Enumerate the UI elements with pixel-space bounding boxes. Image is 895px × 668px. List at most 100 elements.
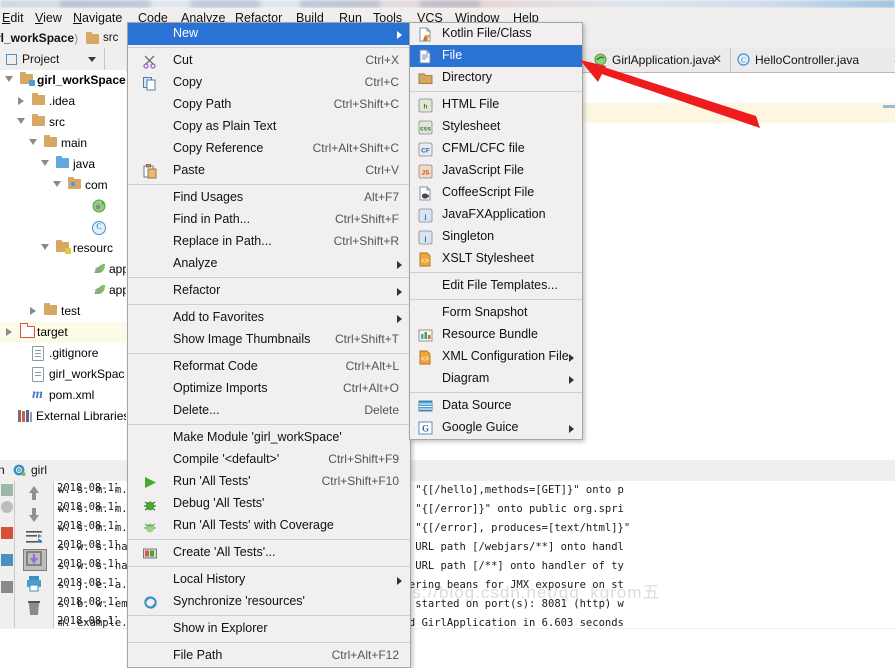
tree-node-gitignore[interactable]: .gitignore — [0, 343, 126, 364]
project-tree[interactable]: girl_workSpace(.idea src main java com Cresou… — [0, 70, 126, 460]
breadcrumb-project[interactable]: rl_workSpace — [0, 30, 74, 46]
tree-twisty-collapsed-icon[interactable] — [6, 328, 12, 336]
tree-node-girl-workspace[interactable]: girl_workSpace( — [0, 70, 126, 91]
submenu-item-diagram[interactable]: Diagram — [410, 368, 582, 390]
new-submenu[interactable]: Kotlin File/Class File Directory h HTML File… — [409, 22, 583, 440]
tree-node-com[interactable]: com — [0, 175, 126, 196]
submenu-item-data-source[interactable]: Data Source — [410, 395, 582, 417]
context-menu-item-optimize-imports[interactable]: Optimize Imports Ctrl+Alt+O — [128, 378, 410, 400]
scroll-down-button[interactable] — [23, 505, 45, 525]
tree-twisty-expanded-icon[interactable] — [29, 139, 37, 145]
context-menu-item-run-all-tests-with-coverage[interactable]: Run 'All Tests' with Coverage — [128, 515, 410, 537]
tree-twisty-expanded-icon[interactable] — [17, 118, 25, 124]
context-menu-item-local-history[interactable]: Local History — [128, 569, 410, 591]
tree-node-app[interactable]: app — [0, 280, 126, 301]
context-menu-item-new[interactable]: New — [128, 23, 410, 45]
tree-node-idea[interactable]: .idea — [0, 91, 126, 112]
context-menu-item-copy-path[interactable]: Copy Path Ctrl+Shift+C — [128, 94, 410, 116]
editor-tab-hellocontroller[interactable]: C HelloController.java ✕ — [731, 48, 895, 72]
editor-tab-girlapplication[interactable]: GirlApplication.java ✕ — [588, 48, 731, 72]
context-menu-item-refactor[interactable]: Refactor — [128, 280, 410, 302]
clear-all-button[interactable] — [23, 597, 45, 617]
gutter-marker[interactable] — [883, 105, 895, 108]
context-menu-item-copy[interactable]: Copy Ctrl+C — [128, 72, 410, 94]
context-menu-item-copy-reference[interactable]: Copy Reference Ctrl+Alt+Shift+C — [128, 138, 410, 160]
tree-twisty-collapsed-icon[interactable] — [30, 307, 36, 315]
context-menu-item-delete[interactable]: Delete... Delete — [128, 400, 410, 422]
tree-twisty-collapsed-icon[interactable] — [18, 97, 24, 105]
menu-edit[interactable]: EEditdit — [0, 10, 29, 26]
submenu-item-html-file[interactable]: h HTML File — [410, 94, 582, 116]
context-menu-item-show-image-thumbnails[interactable]: Show Image Thumbnails Ctrl+Shift+T — [128, 329, 410, 351]
context-menu-item-run-all-tests[interactable]: Run 'All Tests' Ctrl+Shift+F10 — [128, 471, 410, 493]
project-panel-header[interactable]: Project — [0, 48, 127, 71]
submenu-item-kotlin-file-class[interactable]: Kotlin File/Class — [410, 23, 582, 45]
context-menu-item-synchronize-resources[interactable]: Synchronize 'resources' — [128, 591, 410, 613]
tree-twisty-expanded-icon[interactable] — [5, 76, 13, 82]
tree-node-src[interactable]: src — [0, 112, 126, 133]
context-menu-item-show-in-explorer[interactable]: Show in Explorer — [128, 618, 410, 640]
scroll-up-button[interactable] — [23, 483, 45, 503]
context-menu-item-find-in-path[interactable]: Find in Path... Ctrl+Shift+F — [128, 209, 410, 231]
strip-icon-2[interactable] — [1, 501, 13, 513]
menu-view[interactable]: View — [30, 10, 67, 26]
context-menu-item-create-all-tests[interactable]: Create 'All Tests'... — [128, 542, 410, 564]
tree-node-item[interactable] — [0, 196, 126, 217]
breadcrumb-folder[interactable]: src — [103, 31, 118, 46]
tree-node-test[interactable]: test — [0, 301, 126, 322]
tool-window-left-strip[interactable] — [0, 481, 15, 628]
submenu-item-xslt-stylesheet[interactable]: <> XSLT Stylesheet — [410, 248, 582, 270]
close-icon[interactable]: ✕ — [712, 52, 722, 66]
submenu-item-file[interactable]: File — [410, 45, 582, 67]
strip-icon-1[interactable] — [1, 484, 13, 496]
run-configuration-name[interactable]: girl — [31, 463, 47, 477]
submenu-item-resource-bundle[interactable]: Resource Bundle — [410, 324, 582, 346]
context-menu-item-debug-all-tests[interactable]: Debug 'All Tests' — [128, 493, 410, 515]
context-menu-item-replace-in-path[interactable]: Replace in Path... Ctrl+Shift+R — [128, 231, 410, 253]
context-menu-item-add-to-favorites[interactable]: Add to Favorites — [128, 307, 410, 329]
submenu-item-form-snapshot[interactable]: Form Snapshot — [410, 302, 582, 324]
chevron-down-icon[interactable] — [88, 57, 96, 62]
tree-node-main[interactable]: main — [0, 133, 126, 154]
tree-node-pom-xml[interactable]: m pom.xml — [0, 385, 126, 406]
print-button[interactable] — [23, 573, 45, 593]
context-menu-item-file-path[interactable]: File Path Ctrl+Alt+F12 — [128, 645, 410, 667]
soft-wrap-button[interactable] — [23, 527, 45, 547]
context-menu-item-reformat-code[interactable]: Reformat Code Ctrl+Alt+L — [128, 356, 410, 378]
context-menu-item-paste[interactable]: Paste Ctrl+V — [128, 160, 410, 182]
submenu-item-directory[interactable]: Directory — [410, 67, 582, 89]
submenu-item-edit-file-templates[interactable]: Edit File Templates... — [410, 275, 582, 297]
tree-node-item[interactable]: C — [0, 217, 126, 238]
tree-node-app[interactable]: app — [0, 259, 126, 280]
submenu-item-google-guice[interactable]: G Google Guice — [410, 417, 582, 439]
context-menu-item-compile-default[interactable]: Compile '<default>' Ctrl+Shift+F9 — [128, 449, 410, 471]
submenu-item-coffeescript-file[interactable]: CoffeeScript File — [410, 182, 582, 204]
context-menu-item-cut[interactable]: Cut Ctrl+X — [128, 50, 410, 72]
context-menu[interactable]: New Cut Ctrl+X Copy Ctrl+C Copy Path Ctrl+Shif… — [127, 22, 411, 668]
context-menu-item-make-module-girl-workspace[interactable]: Make Module 'girl_workSpace' — [128, 427, 410, 449]
submenu-item-javascript-file[interactable]: JS JavaScript File — [410, 160, 582, 182]
console-toolbar[interactable] — [15, 481, 54, 628]
context-menu-item-copy-as-plain-text[interactable]: Copy as Plain Text — [128, 116, 410, 138]
menu-navigate[interactable]: Navigate — [68, 10, 127, 26]
submenu-item-javafxapplication[interactable]: j JavaFXApplication — [410, 204, 582, 226]
submenu-item-cfml-cfc-file[interactable]: CF CFML/CFC file — [410, 138, 582, 160]
scroll-to-end-button[interactable] — [23, 549, 47, 571]
tree-twisty-expanded-icon[interactable] — [41, 244, 49, 250]
tree-node-girl-workspac[interactable]: girl_workSpac — [0, 364, 126, 385]
context-menu-item-analyze[interactable]: Analyze — [128, 253, 410, 275]
context-menu-item-find-usages[interactable]: Find Usages Alt+F7 — [128, 187, 410, 209]
tree-node-external-libraries[interactable]: External Libraries — [0, 406, 126, 427]
submenu-item-stylesheet[interactable]: css Stylesheet — [410, 116, 582, 138]
tree-node-target[interactable]: target — [0, 322, 126, 343]
strip-icon-4[interactable] — [1, 554, 13, 566]
submenu-item-singleton[interactable]: j Singleton — [410, 226, 582, 248]
tree-node-resourc[interactable]: resourc — [0, 238, 126, 259]
tree-twisty-expanded-icon[interactable] — [41, 160, 49, 166]
tree-twisty-expanded-icon[interactable] — [53, 181, 61, 187]
strip-icon-3[interactable] — [1, 527, 13, 539]
submenu-item-xml-configuration-file[interactable]: <> XML Configuration File — [410, 346, 582, 368]
gear-icon[interactable] — [13, 464, 26, 477]
strip-icon-5[interactable] — [1, 581, 13, 593]
tree-node-java[interactable]: java — [0, 154, 126, 175]
